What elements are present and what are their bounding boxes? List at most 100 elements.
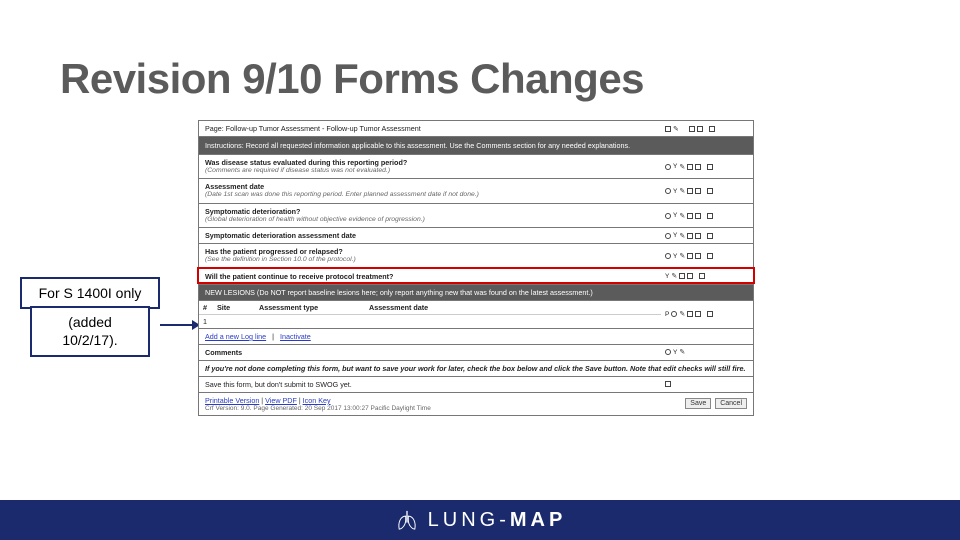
- page-header: Page: Follow-up Tumor Assessment - Follo…: [199, 121, 661, 136]
- radio-icon[interactable]: [665, 213, 671, 219]
- checkbox-icon[interactable]: [695, 213, 701, 219]
- q6-row: Will the patient continue to receive pro…: [199, 269, 753, 285]
- instructions-row: Instructions: Record all requested infor…: [199, 137, 753, 155]
- q2-label: Assessment date: [205, 182, 655, 191]
- checkbox-icon[interactable]: [665, 381, 671, 387]
- save-button[interactable]: Save: [685, 398, 711, 409]
- q5-row: Has the patient progressed or relapsed? …: [199, 244, 753, 268]
- checkbox-icon[interactable]: [695, 164, 701, 170]
- q1-controls: Y ✎: [661, 155, 753, 178]
- td-type[interactable]: [219, 315, 227, 328]
- pdf-link[interactable]: View PDF: [265, 396, 297, 405]
- checkbox-icon[interactable]: [687, 273, 693, 279]
- pencil-icon[interactable]: ✎: [679, 212, 685, 220]
- q3-sub: (Global deterioration of health without …: [205, 216, 655, 224]
- checkbox-icon[interactable]: [707, 213, 713, 219]
- q4-controls: Y ✎: [661, 228, 753, 243]
- radio-label: Y: [673, 349, 677, 356]
- checkbox-icon[interactable]: [679, 273, 685, 279]
- cancel-button[interactable]: Cancel: [715, 398, 747, 409]
- save-partial: Save this form, but don't submit to SWOG…: [199, 377, 661, 392]
- radio-icon[interactable]: [665, 349, 671, 355]
- pencil-icon[interactable]: ✎: [679, 348, 685, 356]
- checkbox-icon[interactable]: [687, 253, 693, 259]
- pencil-icon[interactable]: ✎: [679, 232, 685, 240]
- pencil-icon[interactable]: ✎: [679, 310, 685, 318]
- instructions-text: Instructions: Record all requested infor…: [199, 137, 753, 154]
- checkbox-icon[interactable]: [697, 126, 703, 132]
- q6-label: Will the patient continue to receive pro…: [205, 272, 655, 281]
- pencil-icon[interactable]: ✎: [679, 252, 685, 260]
- crf-meta: Crf Version: 9.0. Page Generated: 20 Sep…: [205, 405, 431, 412]
- pencil-icon[interactable]: ✎: [673, 125, 679, 133]
- checkbox-icon[interactable]: [707, 253, 713, 259]
- save-note-row: If you're not done completing this form,…: [199, 361, 753, 377]
- q3-controls: Y ✎: [661, 204, 753, 227]
- q2-row: Assessment date (Date 1st scan was done …: [199, 179, 753, 203]
- checkbox-icon[interactable]: [687, 164, 693, 170]
- checkbox-icon[interactable]: [699, 273, 705, 279]
- pencil-icon[interactable]: ✎: [679, 187, 685, 195]
- footer-bar: LUNG-MAP: [0, 500, 960, 540]
- save-partial-row: Save this form, but don't submit to SWOG…: [199, 377, 753, 393]
- checkbox-icon[interactable]: [687, 188, 693, 194]
- printable-link[interactable]: Printable Version: [205, 396, 259, 405]
- checkbox-icon[interactable]: [709, 126, 715, 132]
- checkbox-icon[interactable]: [707, 311, 713, 317]
- brand-part1: LUNG-: [428, 509, 510, 531]
- checkbox-icon[interactable]: [695, 311, 701, 317]
- q1-label: Was disease status evaluated during this…: [205, 158, 655, 167]
- footer-brand: LUNG-MAP: [428, 509, 567, 532]
- inactivate-link[interactable]: Inactivate: [280, 332, 311, 341]
- comments-label: Comments: [199, 345, 661, 360]
- newlesions-header-row: NEW LESIONS (Do NOT report baseline lesi…: [199, 285, 753, 301]
- checkbox-icon[interactable]: [687, 213, 693, 219]
- checkbox-icon[interactable]: [707, 188, 713, 194]
- q2-controls: Y ✎: [661, 179, 753, 202]
- checkbox-icon[interactable]: [695, 233, 701, 239]
- pencil-icon[interactable]: ✎: [679, 163, 685, 171]
- radio-icon[interactable]: [665, 188, 671, 194]
- add-logline-link[interactable]: Add a new Log line: [205, 332, 266, 341]
- save-partial-controls: [661, 377, 753, 392]
- q5-controls: Y ✎: [661, 244, 753, 267]
- radio-icon[interactable]: [671, 311, 677, 317]
- th-type: Assessment type: [255, 301, 365, 314]
- th-date: Assessment date: [365, 301, 661, 314]
- q5-sub: (See the definition in Section 10.0 of t…: [205, 256, 655, 264]
- checkbox-icon[interactable]: [695, 188, 701, 194]
- th-site: Site: [213, 301, 255, 314]
- page-header-controls: ✎: [661, 121, 753, 136]
- q4-row: Symptomatic deterioration assessment dat…: [199, 228, 753, 244]
- iconkey-link[interactable]: Icon Key: [303, 396, 331, 405]
- radio-icon[interactable]: [665, 164, 671, 170]
- checkbox-icon[interactable]: [689, 126, 695, 132]
- checkbox-icon[interactable]: [695, 253, 701, 259]
- checkbox-icon[interactable]: [687, 233, 693, 239]
- save-note: If you're not done completing this form,…: [199, 361, 753, 376]
- th-num: #: [199, 301, 213, 314]
- comments-controls: Y ✎: [661, 345, 753, 360]
- checkbox-icon[interactable]: [665, 126, 671, 132]
- callout-line2: (added 10/2/17).: [30, 306, 150, 357]
- add-logline-row: Add a new Log line | Inactivate: [199, 329, 753, 345]
- td-date[interactable]: [227, 315, 235, 328]
- pencil-icon[interactable]: ✎: [671, 272, 677, 280]
- radio-icon[interactable]: [665, 233, 671, 239]
- checkbox-icon[interactable]: [707, 164, 713, 170]
- callout-line1: For S 1400I only: [20, 277, 160, 309]
- radio-label: Y: [673, 188, 677, 195]
- radio-icon[interactable]: [665, 253, 671, 259]
- lesions-table: # Site Assessment type Assessment date 1…: [199, 301, 753, 329]
- q6-controls: Y ✎: [661, 269, 753, 284]
- radio-label: Y: [665, 273, 669, 280]
- q3-label: Symptomatic deterioration?: [205, 207, 655, 216]
- td-num: 1: [199, 315, 211, 328]
- connector-arrow: [160, 320, 198, 330]
- radio-label: Y: [673, 253, 677, 260]
- q4-label: Symptomatic deterioration assessment dat…: [205, 231, 655, 240]
- td-site[interactable]: [211, 315, 219, 328]
- checkbox-icon[interactable]: [687, 311, 693, 317]
- radio-label: Y: [673, 163, 677, 170]
- checkbox-icon[interactable]: [707, 233, 713, 239]
